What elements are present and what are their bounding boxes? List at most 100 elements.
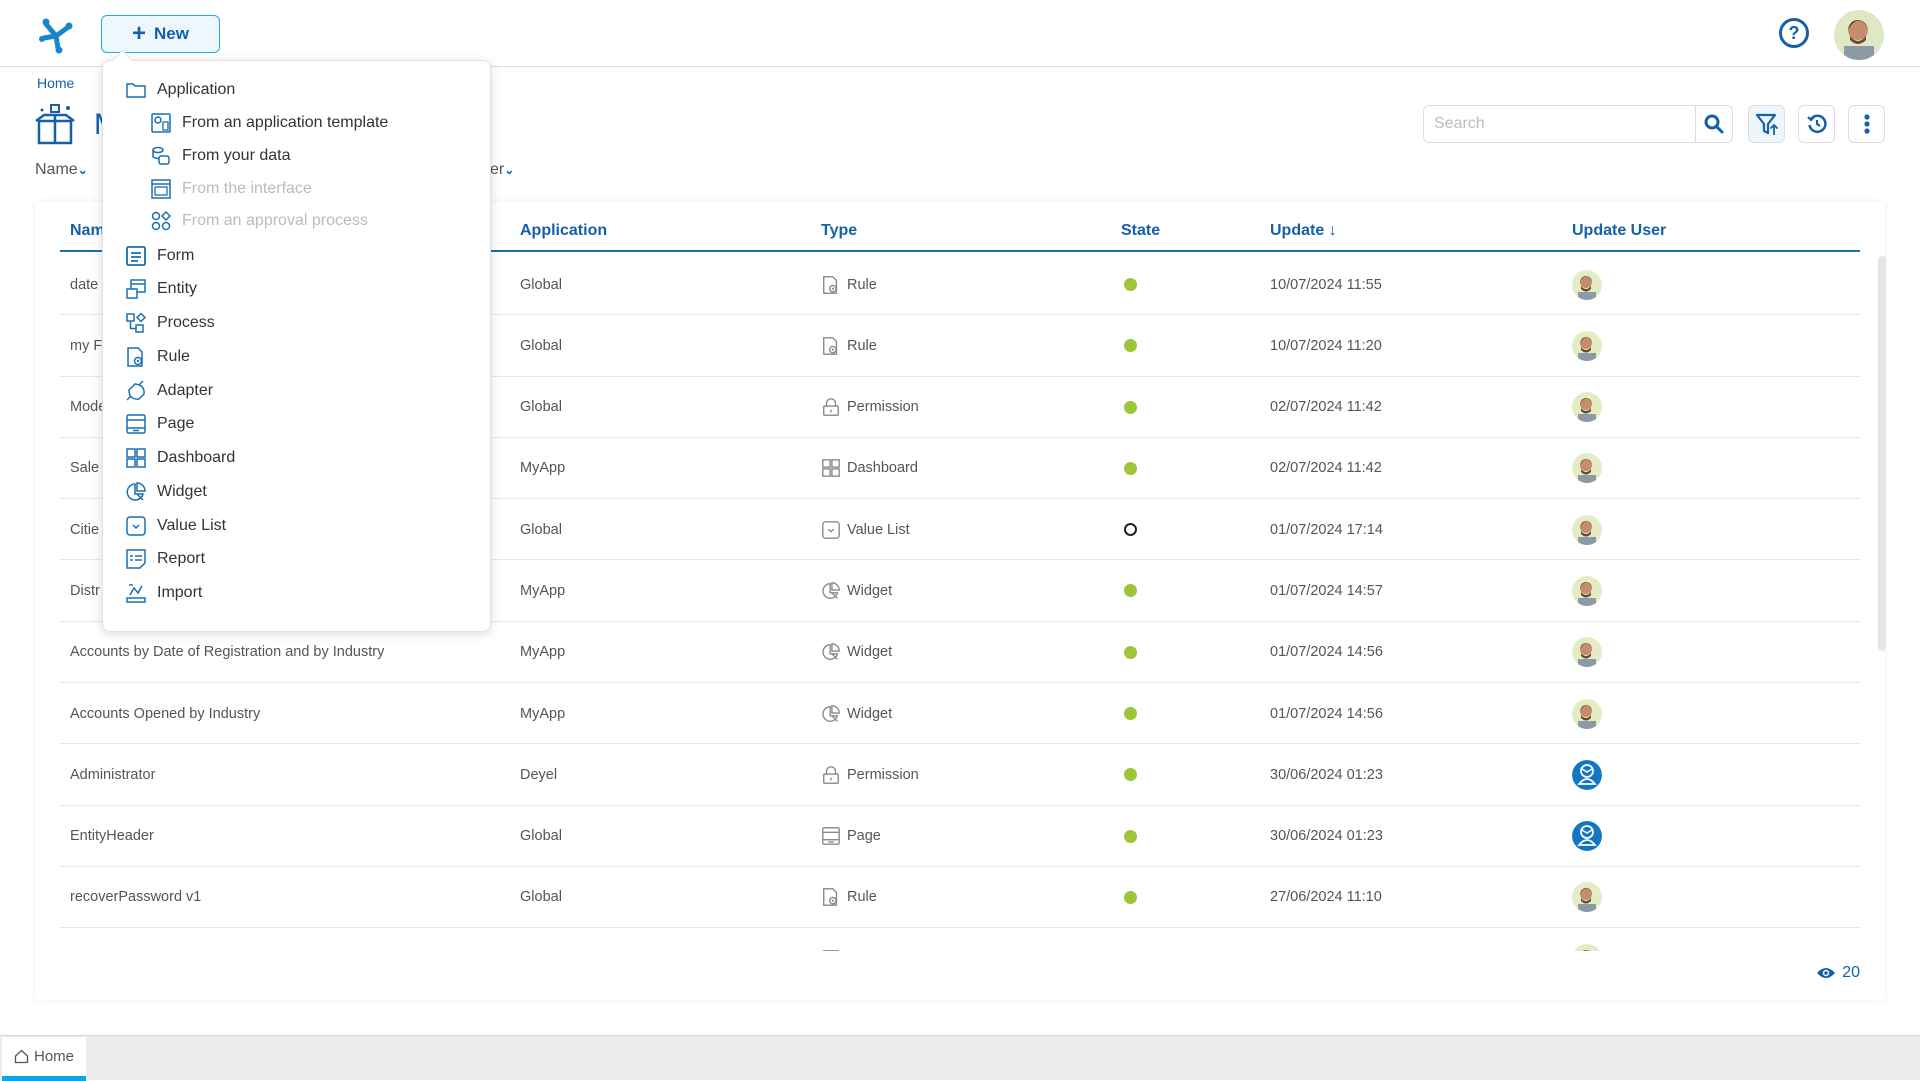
cell-state <box>1124 377 1137 438</box>
menu-item-adapter[interactable]: Adapter <box>125 376 213 406</box>
search-button[interactable] <box>1695 106 1732 142</box>
menu-item-import[interactable]: Import <box>125 578 202 608</box>
table-scrollbar[interactable] <box>1878 256 1886 651</box>
table-row[interactable]: Page <box>60 928 1860 951</box>
page-icon <box>821 949 841 951</box>
new-button[interactable]: + New <box>101 15 220 53</box>
interface-icon <box>150 178 172 200</box>
table-row[interactable]: recoverPassword v1GlobalRule27/06/2024 1… <box>60 867 1860 928</box>
table-row[interactable]: AdministratorDeyelPermission30/06/2024 0… <box>60 744 1860 805</box>
widget-icon <box>821 704 841 724</box>
cell-update-user <box>1572 928 1602 951</box>
cell-update-user <box>1572 560 1602 621</box>
menu-item-label: Dashboard <box>157 449 235 467</box>
database-icon <box>150 145 172 167</box>
column-header-application[interactable]: Application <box>520 222 607 240</box>
filter-sort-button[interactable] <box>1748 105 1785 143</box>
help-circle-icon[interactable]: ? <box>1778 17 1810 49</box>
visible-count-value: 20 <box>1842 964 1860 982</box>
cell-application: Deyel <box>520 744 557 805</box>
bottom-tab-bar: Home <box>0 1035 1920 1080</box>
visible-count[interactable]: 20 <box>1816 964 1860 982</box>
cell-application: Global <box>520 499 562 560</box>
system-user-avatar[interactable] <box>1572 821 1602 851</box>
tab-home[interactable]: Home <box>2 1037 86 1081</box>
menu-item-page[interactable]: Page <box>125 409 194 439</box>
menu-item-value-list[interactable]: Value List <box>125 511 226 541</box>
user-avatar[interactable] <box>1572 699 1602 729</box>
menu-item-dashboard[interactable]: Dashboard <box>125 443 235 473</box>
cell-application: Global <box>520 254 562 315</box>
cell-name: Accounts Opened by Industry <box>70 683 260 744</box>
table-row[interactable]: Accounts Opened by IndustryMyAppWidget01… <box>60 683 1860 744</box>
user-avatar[interactable] <box>1572 637 1602 667</box>
search-icon <box>1704 114 1724 134</box>
cell-type: Rule <box>821 315 877 376</box>
filter-sort-icon <box>1754 111 1780 137</box>
menu-item-from-the-interface: From the interface <box>150 174 312 204</box>
user-avatar[interactable] <box>1572 331 1602 361</box>
cell-type-label: Widget <box>847 583 892 599</box>
column-header-type[interactable]: Type <box>821 222 857 240</box>
table-row[interactable]: EntityHeaderGlobalPage30/06/2024 01:23 <box>60 806 1860 867</box>
filter-name[interactable]: Name⌄ <box>35 161 88 179</box>
history-button[interactable] <box>1798 105 1835 143</box>
system-user-avatar[interactable] <box>1572 760 1602 790</box>
user-avatar[interactable] <box>1572 453 1602 483</box>
user-avatar[interactable] <box>1572 392 1602 422</box>
user-avatar[interactable] <box>1572 270 1602 300</box>
menu-item-rule[interactable]: Rule <box>125 342 190 372</box>
user-avatar[interactable] <box>1572 515 1602 545</box>
state-indicator <box>1124 339 1137 352</box>
folder-icon <box>125 79 147 101</box>
cell-state <box>1124 744 1137 805</box>
column-header-state[interactable]: State <box>1121 222 1160 240</box>
column-header-update-user[interactable]: Update User <box>1572 222 1666 240</box>
cell-name: date <box>70 254 98 315</box>
menu-item-report[interactable]: Report <box>125 544 205 574</box>
cell-type-label: Value List <box>847 522 910 538</box>
column-header-update[interactable]: Update ↓ <box>1270 222 1337 240</box>
menu-item-label: Report <box>157 550 205 568</box>
cell-update-user <box>1572 806 1602 867</box>
cell-name: recoverPassword v1 <box>70 867 201 928</box>
menu-item-form[interactable]: Form <box>125 241 194 271</box>
cell-type-label: Widget <box>847 644 892 660</box>
cell-type-label: Dashboard <box>847 460 918 476</box>
menu-item-from-an-application-template[interactable]: From an application template <box>150 108 388 138</box>
breadcrumb-home[interactable]: Home <box>37 75 74 91</box>
filter-update-user[interactable]: er⌄ <box>490 161 514 179</box>
cell-update: 01/07/2024 14:56 <box>1270 622 1383 683</box>
more-options-button[interactable] <box>1848 105 1885 143</box>
state-indicator <box>1124 707 1137 720</box>
cell-name: Sale <box>70 438 99 499</box>
search-input[interactable] <box>1424 106 1695 142</box>
column-header-name[interactable]: Nam <box>70 222 105 240</box>
app-logo-icon[interactable] <box>36 14 76 54</box>
menu-item-application[interactable]: Application <box>125 75 235 105</box>
cell-name: Citie <box>70 499 99 560</box>
menu-item-widget[interactable]: Widget <box>125 477 207 507</box>
user-avatar[interactable] <box>1834 10 1884 60</box>
cell-state <box>1124 499 1137 560</box>
home-icon <box>14 1049 29 1064</box>
cell-update-user <box>1572 867 1602 928</box>
menu-item-entity[interactable]: Entity <box>125 274 197 304</box>
cell-application: Global <box>520 806 562 867</box>
adapter-icon <box>125 380 147 402</box>
svg-text:?: ? <box>1789 23 1800 43</box>
lock-icon <box>821 765 841 785</box>
cell-state <box>1124 560 1137 621</box>
user-avatar[interactable] <box>1572 944 1602 951</box>
user-avatar[interactable] <box>1572 882 1602 912</box>
cell-update: 27/06/2024 11:10 <box>1270 867 1382 928</box>
search-box <box>1423 105 1733 143</box>
state-indicator <box>1124 830 1137 843</box>
menu-item-process[interactable]: Process <box>125 308 215 338</box>
user-avatar[interactable] <box>1572 576 1602 606</box>
more-vertical-icon <box>1863 113 1871 135</box>
menu-item-from-your-data[interactable]: From your data <box>150 141 290 171</box>
cell-name: Mode <box>70 377 106 438</box>
cell-state <box>1124 683 1137 744</box>
template-icon <box>150 112 172 134</box>
